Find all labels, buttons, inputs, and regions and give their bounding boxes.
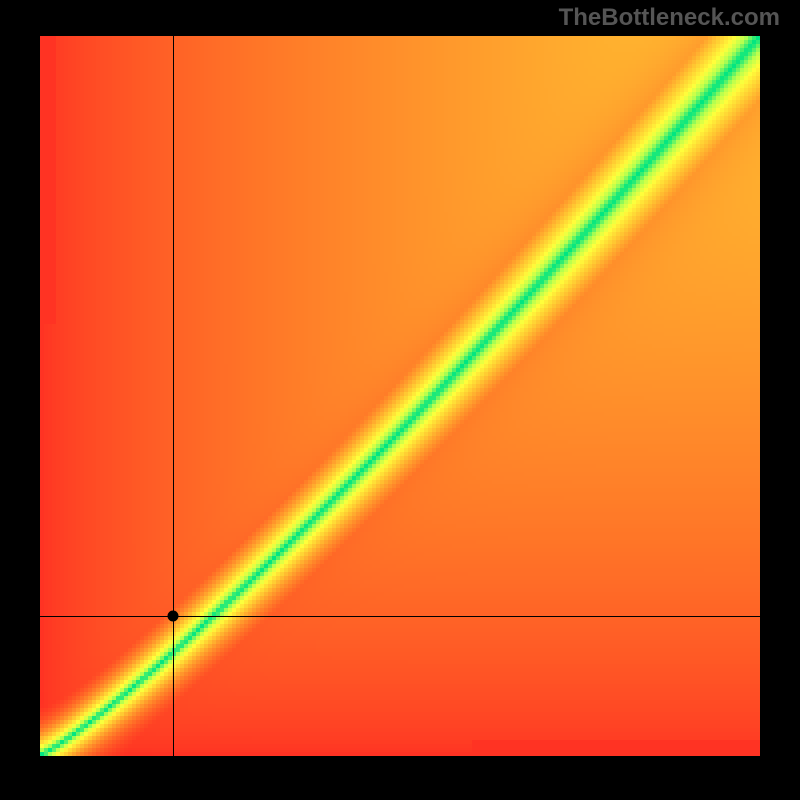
crosshair-horizontal: [40, 616, 760, 617]
selected-point-marker: [168, 610, 179, 621]
chart-frame: TheBottleneck.com: [0, 0, 800, 800]
plot-area: [40, 36, 760, 756]
watermark-text: TheBottleneck.com: [559, 4, 780, 32]
crosshair-vertical: [173, 36, 174, 756]
heatmap-canvas: [40, 36, 760, 756]
